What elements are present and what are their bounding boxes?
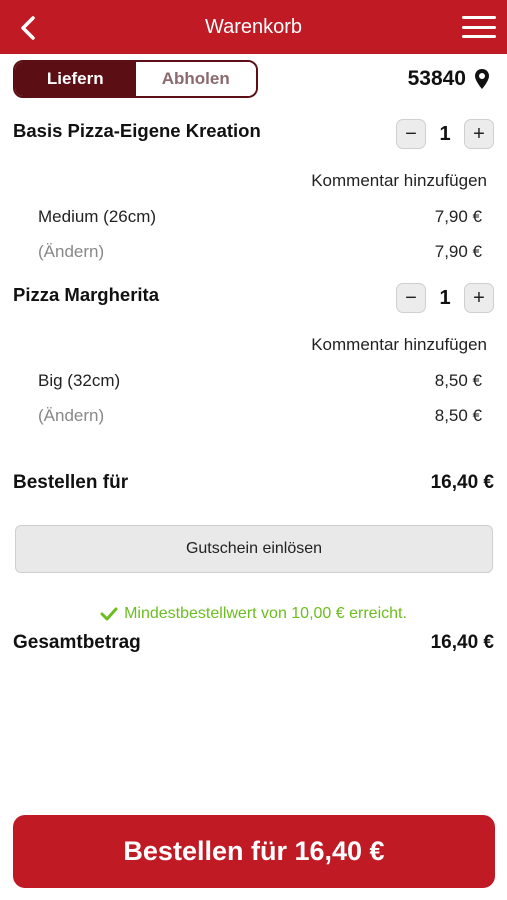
decrease-quantity-button[interactable]: −	[396, 119, 426, 149]
add-comment-link[interactable]: Kommentar hinzufügen	[311, 171, 487, 191]
delivery-mode-toggle: Liefern Abholen	[13, 60, 258, 98]
tab-liefern[interactable]: Liefern	[15, 62, 136, 96]
tab-abholen[interactable]: Abholen	[135, 62, 256, 96]
min-order-message: Mindestbestellwert von 10,00 € erreicht.	[124, 605, 407, 622]
increase-quantity-button[interactable]: +	[464, 119, 494, 149]
total-value: 16,40 €	[430, 632, 494, 653]
min-order-status: Mindestbestellwert von 10,00 € erreicht.	[0, 602, 507, 626]
add-comment-link[interactable]: Kommentar hinzufügen	[311, 335, 487, 355]
subtotal-value: 16,40 €	[430, 472, 494, 493]
change-item-link[interactable]: (Ändern)	[38, 242, 104, 262]
place-order-button[interactable]: Bestellen für 16,40 €	[13, 815, 495, 888]
increase-quantity-button[interactable]: +	[464, 283, 494, 313]
subtotal-label: Bestellen für	[13, 472, 129, 493]
postal-code-selector[interactable]: 53840	[408, 64, 490, 94]
cart-item-name: Basis Pizza-Eigene Kreation	[13, 120, 261, 141]
item-size-price: 7,90 €	[434, 207, 482, 226]
change-item-link[interactable]: (Ändern)	[38, 406, 104, 426]
cart-item-name: Pizza Margherita	[13, 284, 159, 305]
checkmark-icon	[100, 607, 118, 621]
decrease-quantity-button[interactable]: −	[396, 283, 426, 313]
redeem-voucher-button[interactable]: Gutschein einlösen	[15, 525, 493, 573]
hamburger-menu-icon	[462, 16, 496, 19]
quantity-stepper: − 1 +	[396, 119, 494, 149]
quantity-value: 1	[439, 122, 451, 145]
item-size-price: 8,50 €	[434, 371, 482, 390]
map-pin-icon	[475, 69, 489, 89]
quantity-value: 1	[439, 286, 451, 309]
menu-button[interactable]	[461, 13, 497, 41]
postal-code: 53840	[407, 67, 466, 90]
quantity-stepper: − 1 +	[396, 283, 494, 313]
item-size: Medium (26cm)	[38, 207, 157, 226]
item-total-price: 7,90 €	[434, 242, 482, 261]
page-title: Warenkorb	[204, 16, 303, 38]
header-bar: Warenkorb	[0, 0, 507, 54]
total-label: Gesamtbetrag	[13, 632, 141, 653]
item-size: Big (32cm)	[38, 371, 121, 390]
item-total-price: 8,50 €	[434, 406, 482, 425]
